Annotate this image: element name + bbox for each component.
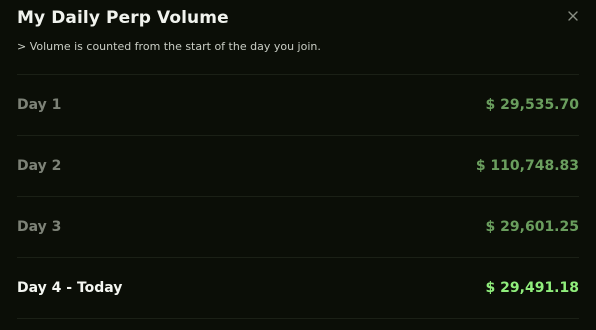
daily-perp-volume-modal: My Daily Perp Volume > Volume is counted… (0, 0, 596, 330)
volume-row-day-3: Day 3 $ 29,601.25 (17, 207, 579, 247)
volume-row-today: Day 4 - Today $ 29,491.18 (17, 268, 579, 308)
row-label: Day 1 (17, 97, 62, 113)
divider (17, 257, 579, 258)
row-value: $ 110,748.83 (475, 158, 579, 174)
divider (17, 135, 579, 136)
modal-title: My Daily Perp Volume (17, 8, 229, 28)
volume-row-day-1: Day 1 $ 29,535.70 (17, 85, 579, 125)
divider (17, 318, 579, 319)
row-label: Day 4 - Today (17, 280, 123, 296)
row-value: $ 29,491.18 (485, 280, 579, 296)
row-value: $ 29,535.70 (485, 97, 579, 113)
divider (17, 196, 579, 197)
row-label: Day 2 (17, 158, 62, 174)
modal-subtitle: > Volume is counted from the start of th… (17, 40, 321, 53)
volume-row-day-2: Day 2 $ 110,748.83 (17, 146, 579, 186)
row-value: $ 29,601.25 (485, 219, 579, 235)
close-icon[interactable] (564, 7, 582, 25)
divider (17, 74, 579, 75)
row-label: Day 3 (17, 219, 62, 235)
